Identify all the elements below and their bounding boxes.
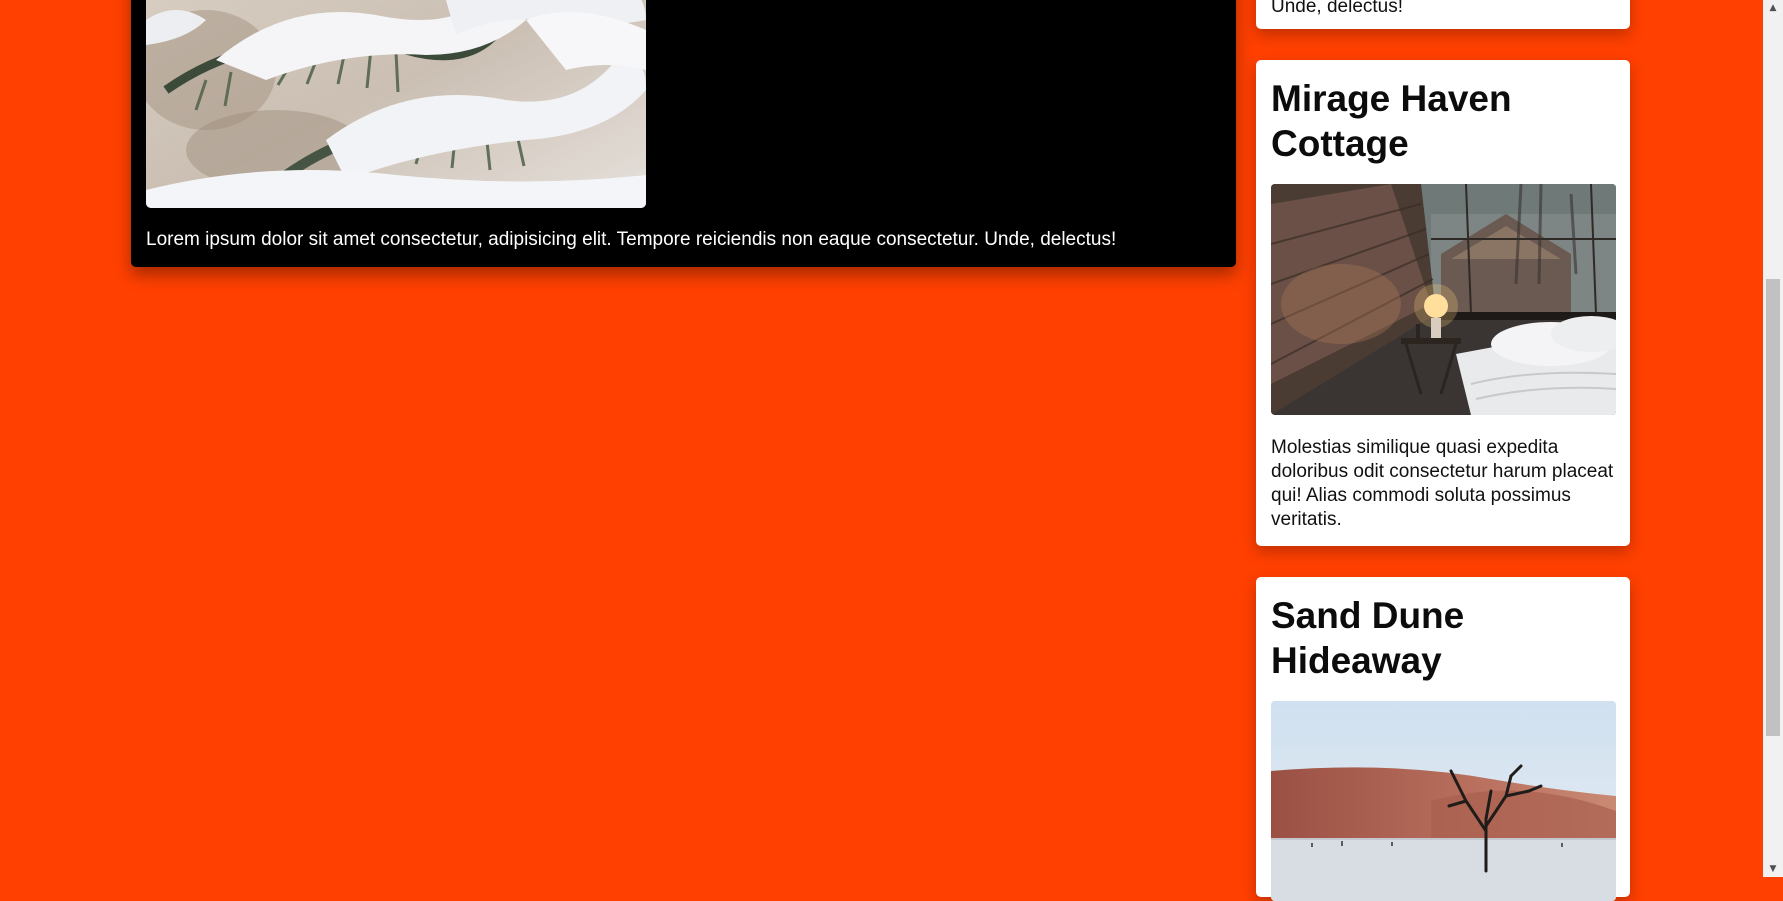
- sidebar-card-sand-dune: Sand Dune Hideaway: [1256, 577, 1630, 901]
- scrollbar-thumb[interactable]: [1766, 279, 1780, 736]
- desert-dead-tree-image: [1271, 701, 1616, 901]
- scroll-down-icon[interactable]: ▼: [1763, 861, 1783, 877]
- main-card: Lorem ipsum dolor sit amet consectetur, …: [131, 0, 1236, 267]
- card-title: Mirage Haven Cottage: [1271, 78, 1512, 164]
- sidebar-card-top: Unde, delectus!: [1256, 0, 1630, 29]
- main-card-text: Lorem ipsum dolor sit amet consectetur, …: [146, 229, 1117, 250]
- card-description: Molestias similique quasi expedita dolor…: [1271, 437, 1614, 530]
- scroll-up-icon[interactable]: ▲: [1763, 0, 1783, 16]
- sidebar-card-mirage-haven: Mirage Haven Cottage Molestias similique…: [1256, 60, 1630, 546]
- card-title: Sand Dune Hideaway: [1271, 595, 1465, 681]
- vertical-scrollbar[interactable]: ▲ ▼: [1763, 0, 1783, 877]
- sidebar-card-top-text: Unde, delectus!: [1271, 0, 1404, 17]
- cabin-bedroom-image: [1271, 184, 1616, 415]
- snowy-pine-image: [146, 0, 646, 208]
